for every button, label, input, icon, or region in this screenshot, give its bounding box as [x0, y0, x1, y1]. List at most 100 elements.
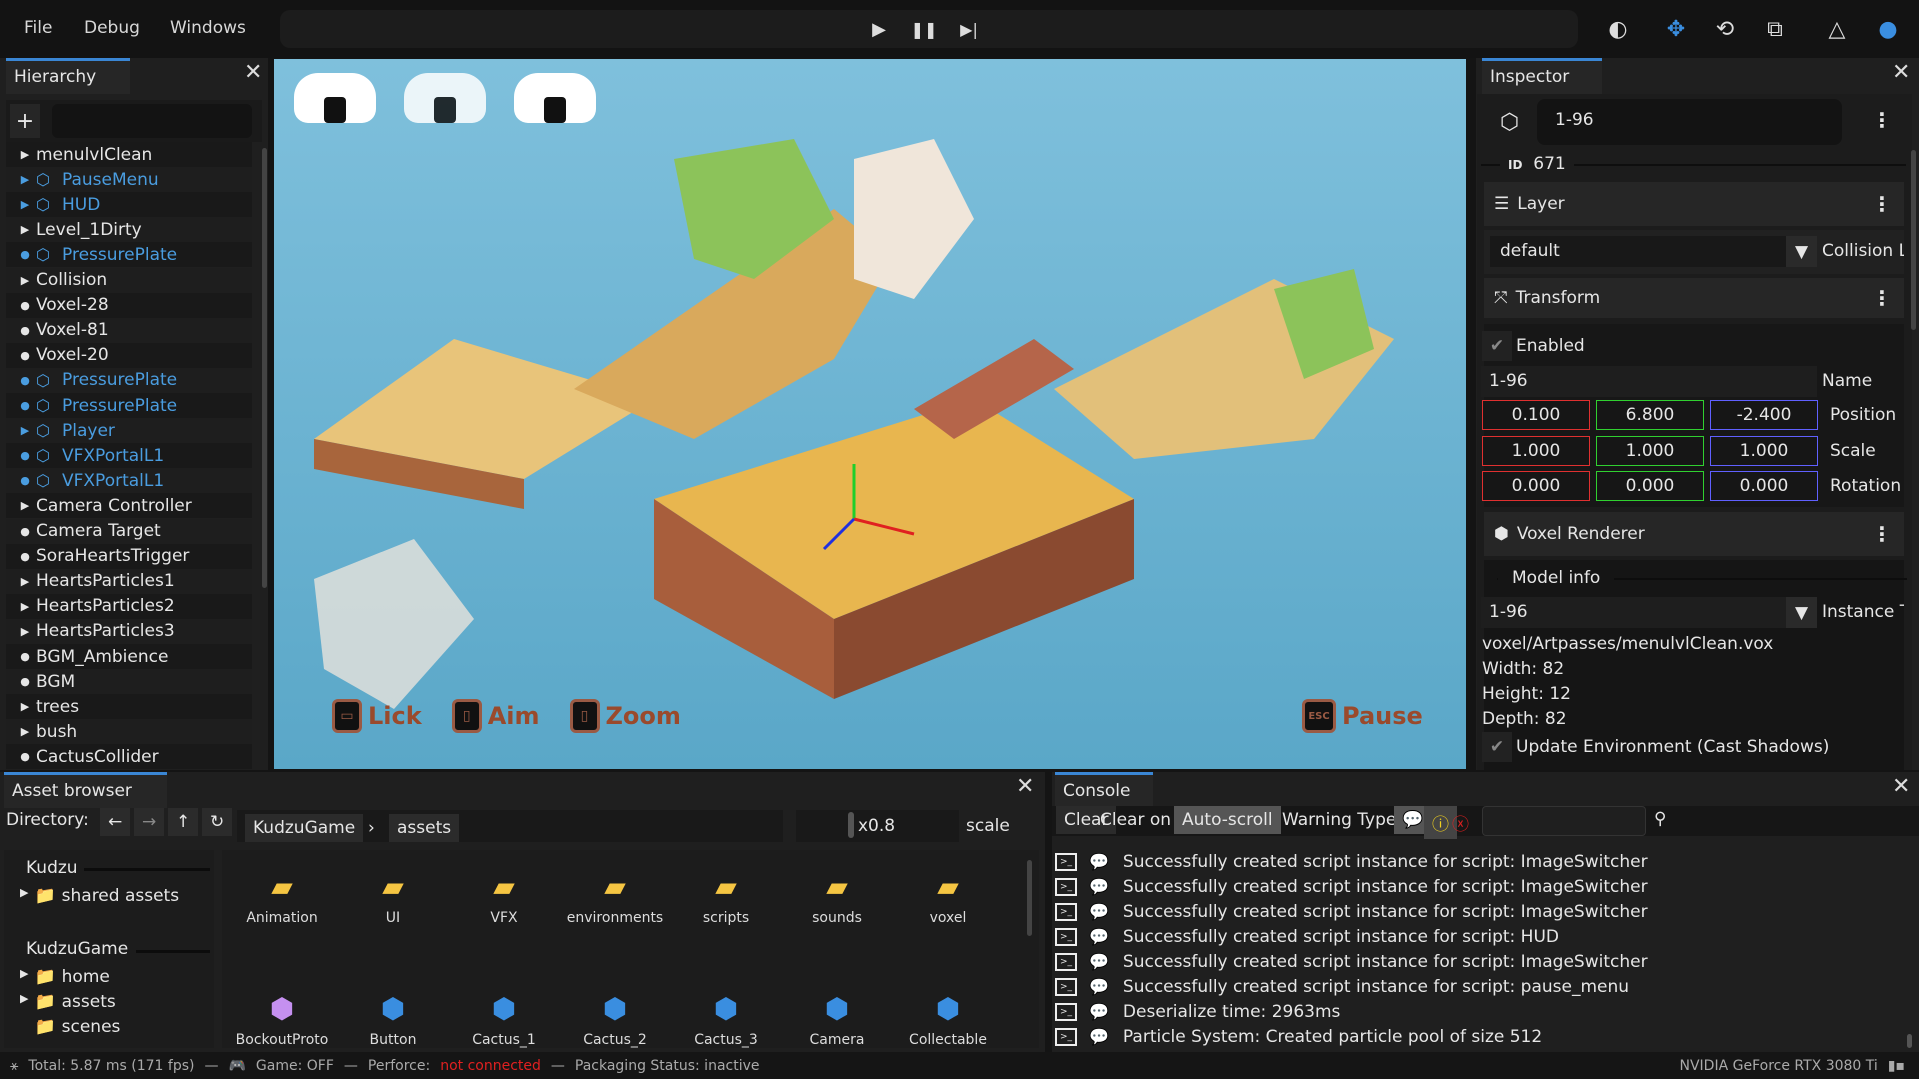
more-options-icon[interactable]: ⋮	[1872, 522, 1892, 546]
folder-item[interactable]: ▰voxel	[898, 870, 998, 926]
hierarchy-item[interactable]: ●SoraHeartsTrigger	[6, 544, 252, 569]
tab-console[interactable]: Console	[1055, 772, 1153, 808]
prefab-item[interactable]: ⬢Button	[343, 992, 443, 1048]
folder-item[interactable]: ▰VFX	[454, 870, 554, 926]
hierarchy-item[interactable]: ●Voxel-81	[6, 318, 252, 343]
prefab-item[interactable]: ⬢Cactus_2	[565, 992, 665, 1048]
tree-item-shared-assets[interactable]: ▶📁shared assets	[20, 886, 179, 906]
console-line[interactable]: >_💬Successfully created script instance …	[1055, 874, 1648, 899]
hierarchy-item[interactable]: ●⬡PressurePlate	[6, 368, 252, 393]
globe-icon[interactable]: ●	[1873, 14, 1903, 44]
console-line[interactable]: >_💬Successfully created script instance …	[1055, 974, 1629, 999]
console-search-input[interactable]	[1482, 806, 1646, 836]
tree-item-home[interactable]: ▶📁home	[20, 967, 110, 987]
expand-arrow-icon[interactable]: ▶	[6, 173, 36, 186]
hierarchy-search-input[interactable]	[52, 104, 252, 138]
hierarchy-item[interactable]: ▶HeartsParticles2	[6, 594, 252, 619]
folder-item[interactable]: ▰UI	[343, 870, 443, 926]
expand-arrow-icon[interactable]: ▶	[6, 148, 36, 161]
hierarchy-item[interactable]: ▶⬡Player	[6, 418, 252, 443]
expand-arrow-icon[interactable]: ▶	[6, 575, 36, 588]
close-icon[interactable]: ✕	[1892, 774, 1910, 799]
shading-icon[interactable]: ◐	[1603, 14, 1633, 44]
hierarchy-item[interactable]: ▶HeartsParticles1	[6, 569, 252, 594]
hierarchy-item[interactable]: ●⬡VFXPortalL1	[6, 468, 252, 493]
object-name-input[interactable]: 1-96	[1537, 99, 1842, 145]
hierarchy-item[interactable]: ●Camera Target	[6, 519, 252, 544]
prefab-item[interactable]: ⬢Cactus_3	[676, 992, 776, 1048]
close-icon[interactable]: ✕	[1892, 60, 1910, 85]
step-icon[interactable]: ▶|	[954, 14, 984, 44]
scale-y-input[interactable]: 1.000	[1596, 436, 1704, 466]
scene-viewport[interactable]: ▭Lick ▯Aim ▯Zoom ESCPause	[274, 59, 1466, 769]
play-icon[interactable]: ▶	[864, 14, 894, 44]
name-input[interactable]: 1-96	[1481, 366, 1817, 397]
console-line[interactable]: >_💬Successfully created script instance …	[1055, 849, 1648, 874]
tree-item-scenes[interactable]: ▶📁scenes	[20, 1017, 120, 1037]
hierarchy-item[interactable]: ●BGM	[6, 669, 252, 694]
search-icon[interactable]: ⚲	[1654, 809, 1666, 829]
position-y-input[interactable]: 6.800	[1596, 400, 1704, 430]
close-icon[interactable]: ✕	[244, 60, 262, 85]
hierarchy-item[interactable]: ●BGM_Ambience	[6, 644, 252, 669]
rotation-x-input[interactable]: 0.000	[1482, 471, 1590, 501]
menu-windows[interactable]: Windows	[170, 18, 246, 38]
hierarchy-scrollbar[interactable]	[262, 148, 267, 588]
more-options-icon[interactable]: ⋮	[1872, 108, 1892, 132]
voxel-renderer-section-header[interactable]: ⬢Voxel Renderer⋮	[1484, 512, 1904, 556]
hierarchy-item[interactable]: ▶Collision	[6, 268, 252, 293]
expand-arrow-icon[interactable]: ▶	[6, 223, 36, 236]
position-z-input[interactable]: -2.400	[1710, 400, 1818, 430]
breadcrumb-kudzugame[interactable]: KudzuGame	[245, 814, 363, 842]
enabled-checkbox[interactable]: ✔	[1482, 331, 1512, 361]
folder-item[interactable]: ▰scripts	[676, 870, 776, 926]
hierarchy-item[interactable]: ●CactusCollider	[6, 744, 252, 769]
rotation-z-input[interactable]: 0.000	[1710, 471, 1818, 501]
transform-section-header[interactable]: ⤧Transform⋮	[1484, 278, 1904, 318]
prefab-item[interactable]: ⬢Cactus_1	[454, 992, 554, 1048]
tab-hierarchy[interactable]: Hierarchy	[6, 58, 130, 94]
rotate-icon[interactable]: ⟲	[1710, 14, 1740, 44]
hierarchy-item[interactable]: ▶Camera Controller	[6, 493, 252, 518]
back-icon[interactable]: ←	[100, 808, 130, 836]
rotation-y-input[interactable]: 0.000	[1596, 471, 1704, 501]
move-icon[interactable]: ✥	[1661, 14, 1691, 44]
forward-icon[interactable]: →	[134, 808, 164, 836]
chevron-down-icon[interactable]: ▼	[1786, 236, 1817, 267]
console-line[interactable]: >_💬Deserialize time: 2963ms	[1055, 999, 1340, 1024]
scale-z-input[interactable]: 1.000	[1710, 436, 1818, 466]
console-line[interactable]: >_💬Successfully created script instance …	[1055, 924, 1559, 949]
prefab-item[interactable]: ⬢Collectable	[898, 992, 998, 1048]
pause-icon[interactable]: ❚❚	[909, 14, 939, 44]
hierarchy-item[interactable]: ▶⬡HUD	[6, 192, 252, 217]
expand-arrow-icon[interactable]: ▶	[6, 600, 36, 613]
expand-arrow-icon[interactable]: ▶	[6, 274, 36, 287]
hierarchy-item[interactable]: ▶Level_1Dirty	[6, 217, 252, 242]
hierarchy-item[interactable]: ●Voxel-20	[6, 343, 252, 368]
scale-icon[interactable]: ⧉	[1760, 14, 1790, 44]
add-button[interactable]: +	[10, 104, 40, 138]
auto-scroll-button[interactable]: Auto-scroll	[1174, 806, 1281, 834]
refresh-icon[interactable]: ↻	[202, 808, 232, 836]
menu-file[interactable]: File	[24, 18, 52, 38]
more-options-icon[interactable]: ⋮	[1872, 192, 1892, 216]
error-filter-icon[interactable]: ⓧ	[1452, 810, 1469, 835]
expand-arrow-icon[interactable]: ▶	[6, 198, 36, 211]
folder-item[interactable]: ▰Animation	[232, 870, 332, 926]
folder-item[interactable]: ▰environments	[565, 870, 665, 926]
chevron-down-icon[interactable]: ▼	[1786, 597, 1817, 628]
scale-slider-handle[interactable]	[848, 812, 854, 838]
model-select[interactable]: 1-96	[1481, 597, 1786, 628]
console-line[interactable]: >_💬Particle System: Created particle poo…	[1055, 1024, 1542, 1049]
position-x-input[interactable]: 0.100	[1482, 400, 1590, 430]
hierarchy-item[interactable]: ●⬡VFXPortalL1	[6, 443, 252, 468]
hierarchy-item[interactable]: ▶bush	[6, 719, 252, 744]
hierarchy-item[interactable]: ▶trees	[6, 694, 252, 719]
console-line[interactable]: >_💬Successfully created script instance …	[1055, 899, 1648, 924]
hierarchy-item[interactable]: ▶menulvlClean	[6, 142, 252, 167]
perspective-icon[interactable]: △	[1822, 14, 1852, 44]
up-icon[interactable]: ↑	[168, 808, 198, 836]
tab-inspector[interactable]: Inspector	[1482, 58, 1602, 94]
hierarchy-item[interactable]: ●⬡PressurePlate	[6, 393, 252, 418]
prefab-item[interactable]: ⬢BockoutProto	[232, 992, 332, 1048]
